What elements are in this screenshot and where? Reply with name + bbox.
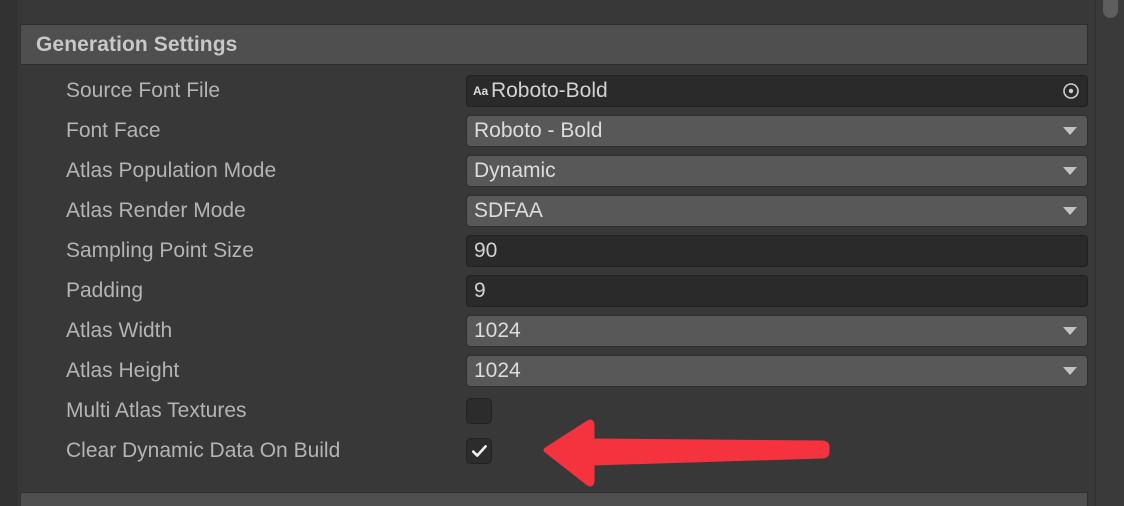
sampling-point-size-input[interactable]: 90 [466, 235, 1088, 267]
atlas-height-value: 1024 [474, 359, 521, 383]
font-face-value: Roboto - Bold [474, 119, 602, 143]
row-source-font-file: Source Font File Aa Roboto-Bold [0, 71, 1124, 111]
source-font-file-object-field[interactable]: Aa Roboto-Bold [466, 75, 1088, 107]
font-asset-icon: Aa [473, 85, 488, 97]
row-atlas-height: Atlas Height 1024 [0, 351, 1124, 391]
atlas-population-mode-dropdown[interactable]: Dynamic [466, 155, 1088, 187]
row-sampling-point-size: Sampling Point Size 90 [0, 231, 1124, 271]
padding-input[interactable]: 9 [466, 275, 1088, 307]
label-font-face: Font Face [66, 119, 161, 143]
label-padding: Padding [66, 279, 143, 303]
source-font-file-value: Roboto-Bold [491, 79, 608, 103]
atlas-width-dropdown[interactable]: 1024 [466, 315, 1088, 347]
padding-value: 9 [474, 279, 486, 303]
sampling-point-size-value: 90 [474, 239, 497, 263]
label-atlas-height: Atlas Height [66, 359, 179, 383]
label-sampling-point-size: Sampling Point Size [66, 239, 254, 263]
row-padding: Padding 9 [0, 271, 1124, 311]
checkmark-icon [470, 442, 489, 461]
label-atlas-width: Atlas Width [66, 319, 172, 343]
object-picker-icon[interactable] [1058, 78, 1084, 104]
atlas-render-mode-dropdown[interactable]: SDFAA [466, 195, 1088, 227]
chevron-down-icon [1063, 127, 1077, 135]
property-rows: Source Font File Aa Roboto-Bold Font Fac… [0, 71, 1124, 471]
row-font-face: Font Face Roboto - Bold [0, 111, 1124, 151]
next-section-header[interactable] [20, 492, 1088, 506]
label-source-font-file: Source Font File [66, 79, 220, 103]
atlas-render-mode-value: SDFAA [474, 199, 543, 223]
chevron-down-icon [1063, 207, 1077, 215]
font-face-dropdown[interactable]: Roboto - Bold [466, 115, 1088, 147]
row-clear-dynamic-data-on-build: Clear Dynamic Data On Build [0, 431, 1124, 471]
label-clear-dynamic-data-on-build: Clear Dynamic Data On Build [66, 439, 340, 463]
row-multi-atlas-textures: Multi Atlas Textures [0, 391, 1124, 431]
unity-inspector-panel: Generation Settings Source Font File Aa … [0, 0, 1124, 506]
label-atlas-population-mode: Atlas Population Mode [66, 159, 276, 183]
label-multi-atlas-textures: Multi Atlas Textures [66, 399, 247, 423]
atlas-population-mode-value: Dynamic [474, 159, 556, 183]
chevron-down-icon [1063, 327, 1077, 335]
label-atlas-render-mode: Atlas Render Mode [66, 199, 246, 223]
clear-dynamic-data-on-build-checkbox[interactable] [466, 438, 492, 464]
row-atlas-render-mode: Atlas Render Mode SDFAA [0, 191, 1124, 231]
row-atlas-width: Atlas Width 1024 [0, 311, 1124, 351]
chevron-down-icon [1063, 367, 1077, 375]
multi-atlas-textures-checkbox[interactable] [466, 398, 492, 424]
chevron-down-icon [1063, 167, 1077, 175]
page-title: Generation Settings [36, 33, 237, 57]
atlas-height-dropdown[interactable]: 1024 [466, 355, 1088, 387]
atlas-width-value: 1024 [474, 319, 521, 343]
generation-settings-header[interactable]: Generation Settings [20, 24, 1088, 65]
scrollbar-thumb[interactable] [1103, 0, 1118, 18]
row-atlas-population-mode: Atlas Population Mode Dynamic [0, 151, 1124, 191]
